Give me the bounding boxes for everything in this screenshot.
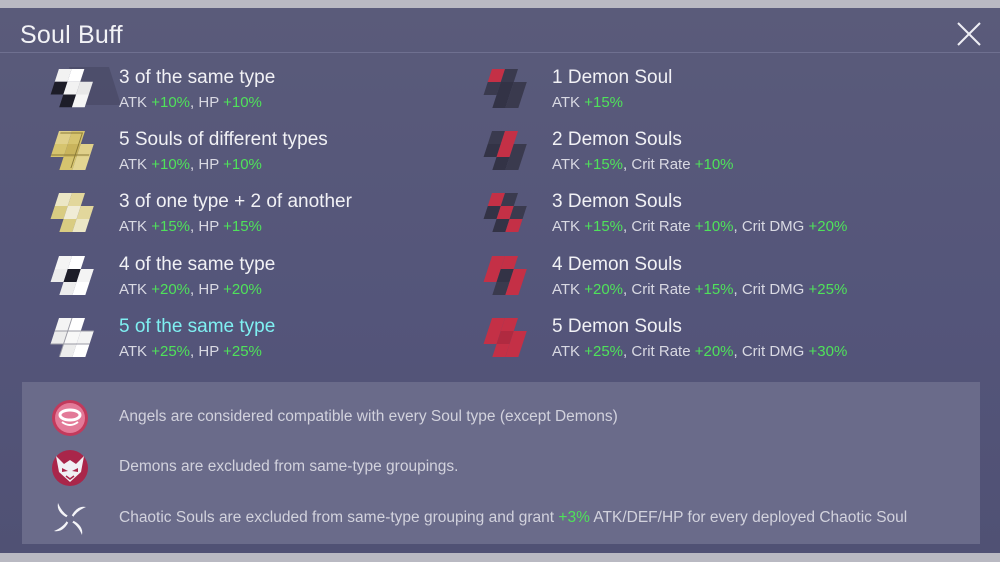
note-row: Angels are considered compatible with ev…: [22, 398, 980, 438]
panel-title: Soul Buff: [20, 21, 123, 49]
buff-name: 4 of the same type: [119, 254, 276, 275]
note-text: Demons are excluded from same-type group…: [119, 458, 459, 475]
buff-stats: ATK +25%, HP +25%: [119, 343, 262, 360]
demon-soul-tile-icon: [483, 131, 527, 170]
buff-name: 5 of the same type: [119, 316, 276, 337]
buff-stats: ATK +15%: [552, 94, 624, 111]
buff-name: 5 Demon Souls: [552, 316, 682, 337]
demon-soul-tile-icon: [483, 256, 527, 295]
buff-row: 4 of the same type ATK +20%, HP +20%: [47, 252, 447, 310]
buff-row: 5 Demon Souls ATK +25%, Crit Rate +20%, …: [480, 314, 900, 372]
close-icon[interactable]: [955, 20, 983, 48]
buff-row: 3 Demon Souls ATK +15%, Crit Rate +10%, …: [480, 189, 900, 247]
buff-stats: ATK +15%, Crit Rate +10%: [552, 156, 734, 173]
demon-soul-tile-icon: [483, 69, 527, 108]
buff-row: 5 of the same type ATK +25%, HP +25%: [47, 314, 447, 372]
soul-tile-icon: [50, 67, 121, 108]
buff-name: 3 of the same type: [119, 67, 276, 88]
note-row: Chaotic Souls are excluded from same-typ…: [22, 499, 980, 539]
buff-stats: ATK +10%, HP +10%: [119, 94, 262, 111]
buff-stats: ATK +20%, Crit Rate +15%, Crit DMG +25%: [552, 281, 848, 298]
demon-soul-tile-icon: [483, 193, 527, 232]
buff-row: 5 Souls of different types ATK +10%, HP …: [47, 127, 447, 185]
buff-row: 3 of the same type ATK +10%, HP +10%: [47, 65, 447, 123]
buff-stats: ATK +25%, Crit Rate +20%, Crit DMG +30%: [552, 343, 848, 360]
buff-name: 1 Demon Soul: [552, 67, 673, 88]
chaotic-swirl-icon: [54, 503, 86, 535]
angel-halo-icon: [52, 400, 88, 436]
buff-row: 3 of one type + 2 of another ATK +15%, H…: [47, 189, 447, 247]
buff-row: 4 Demon Souls ATK +20%, Crit Rate +15%, …: [480, 252, 900, 310]
note-row: Demons are excluded from same-type group…: [22, 448, 980, 488]
soul-buff-panel: Soul Buff 3 of the same type ATK +10%, H…: [0, 8, 1000, 553]
soul-tile-icon: [50, 256, 94, 295]
buff-stats: ATK +10%, HP +10%: [119, 156, 262, 173]
title-divider: [0, 52, 1000, 53]
buff-stats: ATK +15%, Crit Rate +10%, Crit DMG +20%: [552, 218, 848, 235]
notes-box: Angels are considered compatible with ev…: [22, 382, 980, 544]
note-text: Chaotic Souls are excluded from same-typ…: [119, 509, 908, 526]
demon-soul-tile-icon: [483, 318, 527, 357]
buff-name: 5 Souls of different types: [119, 129, 328, 150]
demon-mask-icon: [52, 450, 88, 486]
buff-name: 4 Demon Souls: [552, 254, 682, 275]
buff-name: 2 Demon Souls: [552, 129, 682, 150]
buff-name: 3 Demon Souls: [552, 191, 682, 212]
note-text: Angels are considered compatible with ev…: [119, 408, 618, 425]
buff-row: 1 Demon Soul ATK +15%: [480, 65, 900, 123]
soul-tile-icon: [50, 131, 94, 170]
soul-tile-icon: [50, 318, 94, 357]
soul-tile-icon: [50, 193, 94, 232]
buff-stats: ATK +15%, HP +15%: [119, 218, 262, 235]
buff-stats: ATK +20%, HP +20%: [119, 281, 262, 298]
buff-row: 2 Demon Souls ATK +15%, Crit Rate +10%: [480, 127, 900, 185]
buff-name: 3 of one type + 2 of another: [119, 191, 352, 212]
